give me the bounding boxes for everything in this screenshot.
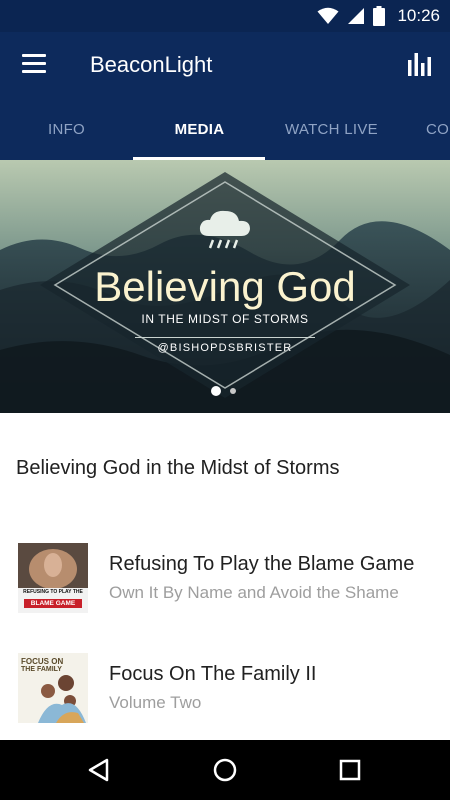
tab-media[interactable]: MEDIA (133, 100, 266, 160)
banner-handle-line (135, 337, 315, 338)
carousel-dots (210, 386, 240, 396)
battery-icon (373, 6, 386, 26)
status-icons: 10:26 (317, 4, 440, 28)
thumb-text-top: REFUSING TO PLAY THE (23, 589, 83, 595)
signal-icon (348, 8, 365, 24)
system-nav-bar (0, 740, 450, 800)
hamburger-menu-icon[interactable] (22, 54, 48, 76)
bar-chart-icon[interactable] (406, 50, 432, 78)
banner-subtitle: IN THE MIDST OF STORMS (141, 312, 309, 326)
list-item[interactable]: REFUSING TO PLAY THE BLAME GAME Refusing… (0, 523, 450, 634)
list-item[interactable]: FOCUS ON THE FAMILY Focus On The Family … (0, 633, 450, 744)
media-title: Focus On The Family II (109, 663, 317, 685)
featured-banner[interactable]: Believing God IN THE MIDST OF STORMS @BI… (0, 160, 450, 413)
thumb-text-main: BLAME GAME (30, 600, 76, 607)
tab-connect[interactable]: CONNECT (398, 100, 450, 160)
media-title: Refusing To Play the Blame Game (109, 553, 415, 575)
app-bar: BeaconLight (0, 32, 450, 100)
banner-title: Believing God (94, 263, 356, 310)
home-icon[interactable] (209, 754, 241, 786)
status-bar: 10:26 (0, 0, 450, 32)
featured-section: Believing God in the Midst of Storms (0, 413, 450, 524)
media-thumbnail: FOCUS ON THE FAMILY (18, 653, 88, 723)
media-thumbnail: REFUSING TO PLAY THE BLAME GAME (18, 543, 88, 613)
rain-cloud-icon (199, 210, 250, 249)
wifi-icon (317, 7, 339, 24)
carousel-dot-active[interactable] (211, 386, 221, 396)
back-icon[interactable] (84, 754, 116, 786)
recents-icon[interactable] (334, 754, 366, 786)
carousel-dot[interactable] (230, 388, 236, 394)
media-subtitle: Own It By Name and Avoid the Shame (109, 583, 399, 602)
media-subtitle: Volume Two (109, 693, 202, 712)
tab-bar: INFO MEDIA WATCH LIVE CONNECT (0, 100, 450, 160)
thumb-text-main: THE FAMILY (21, 666, 62, 673)
tab-watch-live[interactable]: WATCH LIVE (265, 100, 398, 160)
tab-info[interactable]: INFO (0, 100, 133, 160)
banner-handle: @BISHOPDSBRISTER (157, 342, 293, 354)
featured-title: Believing God in the Midst of Storms (16, 457, 340, 479)
status-time: 10:26 (397, 6, 440, 25)
thumb-text-top: FOCUS ON (21, 657, 64, 666)
app-title: BeaconLight (90, 52, 213, 77)
